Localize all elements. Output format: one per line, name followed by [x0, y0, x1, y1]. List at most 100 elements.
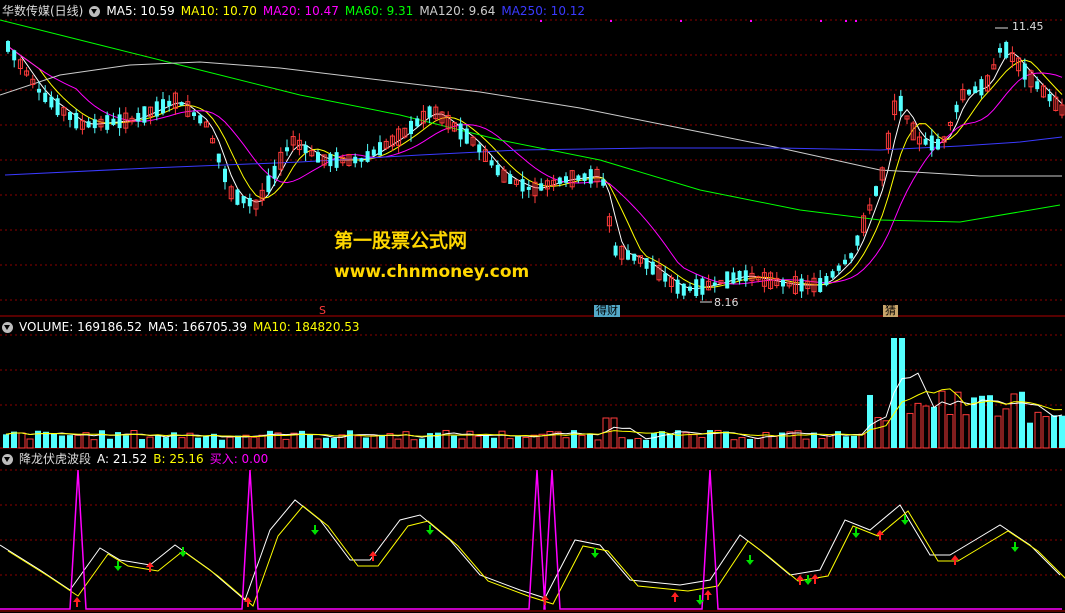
sell-arrow-icon	[901, 520, 909, 525]
buy-arrow-icon	[671, 592, 679, 597]
candle-body	[235, 189, 240, 205]
sell-arrow-icon	[182, 547, 184, 552]
volume-bar	[123, 435, 129, 448]
candle-body	[179, 102, 184, 106]
candle-body	[1004, 41, 1009, 58]
volume-bar	[914, 402, 922, 449]
high-price-label: 11.45	[1012, 20, 1044, 33]
volume-bar	[458, 438, 466, 449]
volume-bar	[1034, 411, 1042, 449]
volume-bar	[906, 412, 914, 449]
event-dot	[855, 20, 857, 22]
volume-bar	[483, 435, 489, 448]
volume-bar	[1042, 416, 1050, 449]
main-panel-header: 华数传媒(日线) MA5: 10.59 MA10: 10.70 MA20: 10…	[0, 2, 585, 20]
candle-body	[824, 276, 829, 286]
candle-body	[830, 271, 835, 278]
volume-bar	[11, 431, 17, 448]
panel-menu-icon[interactable]	[2, 321, 13, 333]
sell-arrow-icon	[749, 555, 751, 560]
marker-finance[interactable]: 得财	[594, 305, 620, 317]
volume-bar	[962, 414, 970, 449]
event-dot	[610, 20, 612, 22]
volume-bar	[3, 434, 9, 448]
candle-body	[136, 112, 141, 122]
candle-body	[316, 152, 320, 163]
candle-body	[967, 89, 971, 95]
indicator-buy-label: 买入: 0.00	[209, 452, 269, 466]
panel-menu-icon[interactable]	[2, 453, 13, 465]
candle-body	[849, 253, 854, 259]
chart-canvas[interactable]	[0, 0, 1065, 613]
volume-bar	[347, 430, 353, 448]
signal-arrows	[73, 515, 1019, 607]
stock-title: 华数传媒(日线)	[2, 4, 84, 18]
panel-menu-icon[interactable]	[89, 5, 101, 17]
volume-bar	[1019, 391, 1025, 448]
candle-body	[49, 96, 54, 108]
event-dot	[680, 20, 682, 22]
sell-arrow-icon	[904, 515, 906, 520]
volume-bar	[107, 438, 113, 448]
candle-body	[818, 277, 823, 293]
candle-body	[272, 165, 277, 179]
buy-arrow-icon	[73, 597, 81, 602]
chart-window[interactable]: 华数传媒(日线) MA5: 10.59 MA10: 10.70 MA20: 10…	[0, 0, 1065, 613]
volume-ma10-label: MA10: 184820.53	[252, 320, 360, 334]
candle-body	[427, 106, 432, 118]
volume-bar	[634, 437, 642, 449]
candle-body	[520, 179, 525, 192]
candle-body	[601, 179, 606, 186]
candle-body	[781, 279, 785, 287]
ma5-label: MA5: 10.59	[106, 4, 175, 18]
buy-arrow-icon	[674, 597, 676, 602]
buy-arrow-icon	[704, 590, 712, 595]
candle-body	[142, 106, 147, 123]
volume-bar	[587, 433, 593, 448]
candle-body	[923, 138, 928, 145]
indicator-panel-header: 降龙伏虎波段 A: 21.52 B: 25.16 买入: 0.00	[0, 450, 268, 468]
volume-bar	[899, 338, 905, 448]
candle-body	[247, 197, 252, 207]
watermark-url: www.chnmoney.com	[334, 262, 530, 282]
volume-bar	[922, 405, 930, 449]
candle-body	[799, 278, 804, 292]
candle-body	[285, 147, 289, 152]
candle-body	[92, 119, 97, 129]
volume-bar	[1002, 408, 1010, 449]
marker-s[interactable]: S	[317, 305, 328, 317]
candle-body	[489, 160, 494, 166]
volume-bar	[498, 430, 506, 449]
candle-body	[973, 86, 978, 94]
marker-event[interactable]: 猜	[883, 305, 898, 317]
candle-body	[998, 48, 1002, 53]
candle-body	[855, 235, 860, 246]
candle-body	[564, 176, 568, 183]
sell-arrow-icon	[314, 525, 316, 530]
candle-body	[700, 278, 705, 295]
event-dot	[540, 20, 542, 22]
volume-label: VOLUME: 169186.52	[19, 320, 142, 334]
event-dot	[845, 20, 847, 22]
candle-body	[43, 92, 48, 103]
sell-arrow-icon	[855, 528, 857, 533]
indicator-b-label: B: 25.16	[153, 452, 204, 466]
sell-arrow-icon	[591, 553, 599, 558]
volume-bar	[954, 391, 962, 449]
candle-body	[936, 138, 940, 150]
volume-bar	[651, 433, 657, 448]
candle-body	[688, 286, 692, 291]
candle-body	[117, 114, 122, 129]
volume-bar	[139, 439, 145, 448]
volume-bar	[851, 435, 857, 448]
price-annotations	[540, 20, 1008, 303]
candle-body	[353, 156, 358, 164]
volume-bar	[1059, 415, 1065, 448]
volume-bar	[522, 436, 530, 449]
ma10-label: MA10: 10.70	[180, 4, 257, 18]
candle-body	[539, 183, 544, 191]
volume-bar	[818, 438, 826, 449]
sell-arrow-icon	[426, 530, 434, 535]
buy-arrow-icon	[954, 560, 956, 565]
candle-body	[198, 115, 203, 124]
